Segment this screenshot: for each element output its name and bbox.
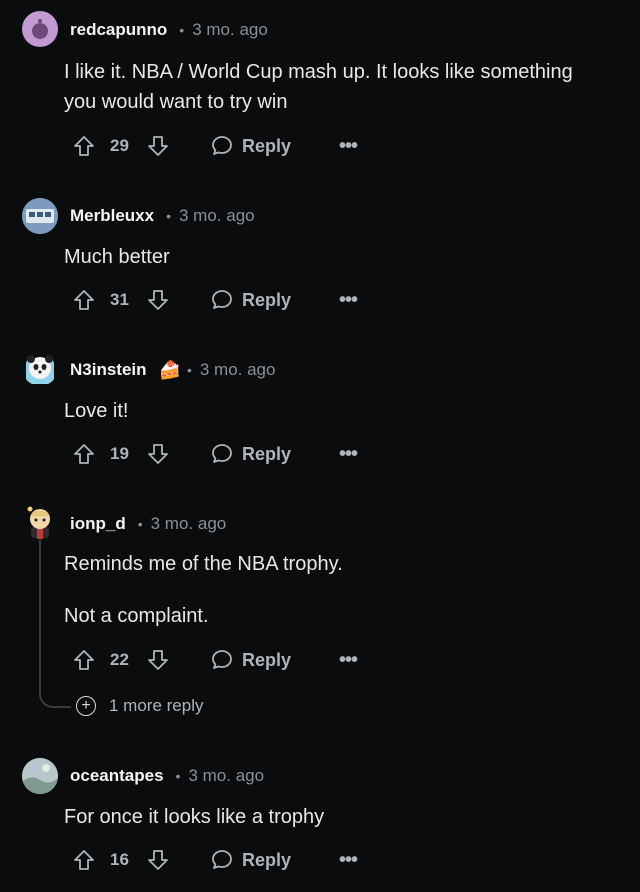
vehicle-avatar-icon [22, 198, 58, 234]
separator-dot: • [179, 22, 185, 38]
more-replies-label: 1 more reply [109, 696, 204, 715]
vote-score: 16 [110, 850, 129, 869]
username[interactable]: redcapunno [70, 20, 167, 40]
reply-button[interactable]: Reply [210, 648, 291, 672]
timestamp[interactable]: 3 mo. ago [188, 766, 264, 786]
reply-label: Reply [242, 649, 292, 670]
downvote-icon[interactable] [146, 648, 170, 672]
timestamp[interactable]: 3 mo. ago [192, 20, 268, 40]
thread-line-curve [39, 689, 71, 708]
reply-label: Reply [242, 443, 292, 464]
upvote-icon[interactable] [72, 134, 96, 158]
snoo-avatar-icon [32, 19, 48, 39]
cartoon-avatar-icon [27, 506, 50, 539]
vote-score: 31 [110, 290, 129, 309]
expand-plus-icon: + [76, 696, 96, 716]
vote-score: 22 [110, 650, 129, 669]
user-avatar[interactable] [22, 503, 58, 539]
separator-dot: • [137, 516, 143, 532]
comment-body: I like it. NBA / World Cup mash up. It l… [64, 57, 584, 117]
vote-score: 19 [110, 444, 129, 463]
reply-button[interactable]: Reply [210, 848, 291, 872]
separator-dot: • [166, 208, 171, 224]
reply-label: Reply [242, 849, 292, 870]
comment-text: Not a complaint. [64, 605, 209, 627]
comment-header: Merbleuxx • 3 mo. ago [70, 203, 255, 229]
downvote-icon[interactable] [146, 134, 170, 158]
more-replies-button[interactable]: + 1 more reply [76, 696, 203, 716]
more-options-icon[interactable]: ••• [339, 849, 358, 872]
comment-actions: 31 Reply ••• [72, 285, 358, 315]
reply-label: Reply [242, 135, 292, 156]
username[interactable]: N3instein [70, 360, 147, 380]
comment-actions: 19 Reply ••• [72, 439, 358, 469]
comment-text: Love it! [64, 400, 129, 422]
user-avatar[interactable] [22, 350, 58, 386]
downvote-icon[interactable] [146, 288, 170, 312]
comment-actions: 22 Reply ••• [72, 645, 358, 675]
comment-bubble-icon [212, 650, 232, 669]
comment-header: N3instein 🍰 • 3 mo. ago [70, 357, 275, 383]
upvote-icon[interactable] [72, 648, 96, 672]
username[interactable]: oceantapes [70, 766, 164, 786]
comment-header: redcapunno • 3 mo. ago [70, 17, 268, 43]
reply-button[interactable]: Reply [210, 288, 291, 312]
more-options-icon[interactable]: ••• [339, 135, 358, 158]
comment-body: Much better [64, 242, 584, 272]
user-avatar[interactable] [22, 758, 58, 794]
thread-line[interactable] [39, 540, 41, 690]
panda-avatar-icon [26, 355, 54, 384]
upvote-icon[interactable] [72, 288, 96, 312]
comment-header: oceantapes • 3 mo. ago [70, 763, 264, 789]
comment-body: For once it looks like a trophy [64, 802, 584, 832]
timestamp[interactable]: 3 mo. ago [200, 360, 276, 380]
comment-actions: 29 Reply ••• [72, 131, 358, 161]
landscape-avatar-icon [22, 758, 58, 794]
username[interactable]: Merbleuxx [70, 206, 154, 226]
cake-day-flair-icon: 🍰 [158, 359, 181, 380]
reply-label: Reply [242, 289, 292, 310]
comment-bubble-icon [212, 850, 232, 869]
upvote-icon[interactable] [72, 848, 96, 872]
more-options-icon[interactable]: ••• [339, 649, 358, 672]
more-options-icon[interactable]: ••• [339, 443, 358, 466]
comment-text: Reminds me of the NBA trophy. [64, 553, 343, 575]
comment-header: ionp_d • 3 mo. ago [70, 511, 226, 537]
more-options-icon[interactable]: ••• [339, 289, 358, 312]
comment-body: Reminds me of the NBA trophy. Not a comp… [64, 549, 584, 631]
comment-bubble-icon [212, 444, 232, 463]
comment-actions: 16 Reply ••• [72, 845, 358, 875]
downvote-icon[interactable] [146, 848, 170, 872]
user-avatar[interactable] [22, 198, 58, 234]
upvote-icon[interactable] [72, 442, 96, 466]
reply-button[interactable]: Reply [210, 134, 291, 158]
timestamp[interactable]: 3 mo. ago [151, 514, 227, 534]
comment-bubble-icon [212, 136, 232, 155]
comment-bubble-icon [212, 290, 232, 309]
reply-button[interactable]: Reply [210, 442, 291, 466]
comment-body: Love it! [64, 396, 584, 426]
comment-text: For once it looks like a trophy [64, 806, 325, 828]
separator-dot: • [175, 768, 181, 784]
username[interactable]: ionp_d [70, 514, 126, 534]
user-avatar[interactable] [22, 11, 58, 47]
comment-text: I like it. NBA / World Cup mash up. It l… [64, 61, 573, 113]
timestamp[interactable]: 3 mo. ago [179, 206, 255, 226]
comment-text: Much better [64, 246, 170, 268]
downvote-icon[interactable] [146, 442, 170, 466]
vote-score: 29 [110, 136, 129, 155]
separator-dot: • [186, 362, 192, 378]
